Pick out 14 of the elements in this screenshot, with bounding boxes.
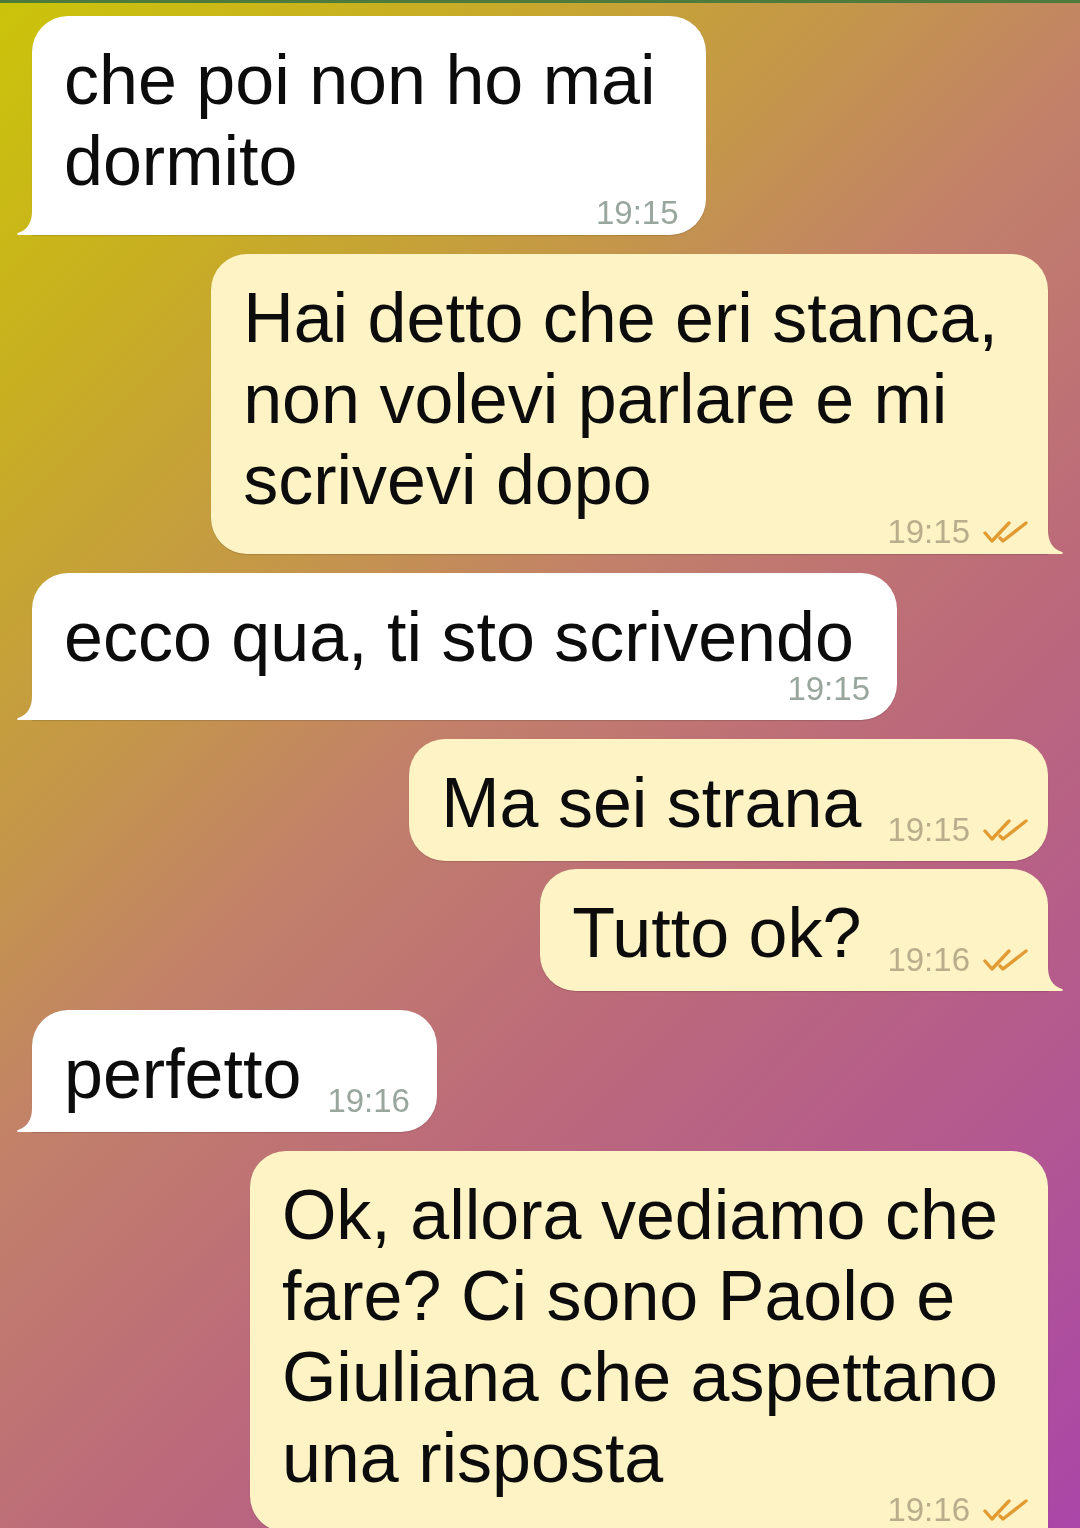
- message-text: Tutto ok?: [572, 894, 862, 972]
- timestamp: 19:15: [887, 817, 970, 842]
- message-text: che poi non ho mai dormito: [64, 41, 657, 200]
- timestamp: 19:16: [887, 947, 970, 972]
- message-text: Ok, allora vediamo che fare? Ci sono Paolo e Giuliana che aspettano una risposta: [281, 1176, 999, 1497]
- timestamp: 19:16: [887, 1497, 970, 1522]
- message-text: ecco qua, ti sto scrivendo: [64, 598, 854, 676]
- message-text: Hai detto che eri stanca, non volevi parlare e mi scrivevi dopo: [243, 279, 999, 519]
- timestamp: 19:16: [327, 1088, 410, 1113]
- timestamp: 19:15: [887, 519, 970, 544]
- timestamp: 19:15: [787, 676, 870, 701]
- message-text: perfetto: [64, 1035, 302, 1113]
- timestamp: 19:15: [595, 200, 679, 225]
- message-text: Ma sei strana: [441, 764, 862, 842]
